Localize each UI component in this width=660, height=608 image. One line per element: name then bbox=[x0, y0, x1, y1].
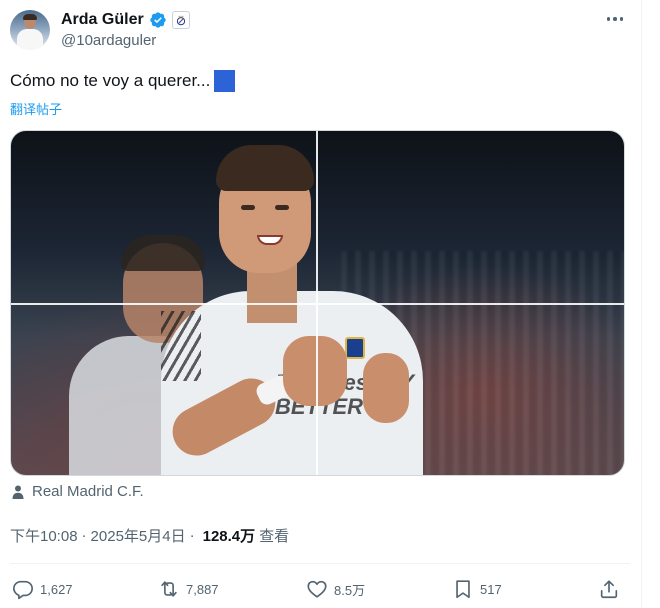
person-icon bbox=[12, 485, 24, 499]
bookmark-count: 517 bbox=[480, 581, 502, 597]
tweet-photo[interactable]: Emirates FLY BETTER bbox=[10, 130, 625, 476]
more-horizontal-icon[interactable] bbox=[604, 10, 626, 28]
verified-badge-icon[interactable] bbox=[149, 11, 167, 29]
photo-grid-line-horizontal bbox=[11, 303, 624, 305]
translate-link[interactable]: 翻译帖子 bbox=[10, 99, 62, 118]
bookmark-icon bbox=[456, 580, 470, 599]
tweet-meta: 下午10:08 · 2025年5月4日 · 128.4万 查看 bbox=[10, 525, 289, 546]
tweet-text: Cómo no te voy a querer... bbox=[10, 70, 236, 92]
jersey-badge bbox=[345, 337, 365, 359]
author-handle[interactable]: @10ardaguler bbox=[61, 32, 156, 49]
retweet-icon bbox=[161, 581, 177, 597]
heart-icon bbox=[307, 580, 327, 598]
share-button[interactable] bbox=[598, 577, 620, 601]
location-label[interactable]: Real Madrid C.F. bbox=[32, 483, 144, 500]
reply-icon bbox=[13, 580, 33, 600]
tweet-text-content: Cómo no te voy a querer... bbox=[10, 71, 211, 90]
location-tag[interactable]: Real Madrid C.F. bbox=[10, 483, 144, 500]
tweet-date[interactable]: 2025年5月4日 bbox=[91, 525, 186, 546]
author-name[interactable]: Arda Güler bbox=[61, 11, 144, 29]
avatar[interactable] bbox=[10, 10, 50, 50]
real-madrid-crest-icon[interactable] bbox=[171, 11, 190, 29]
views-label: 查看 bbox=[259, 528, 290, 545]
divider bbox=[10, 563, 630, 564]
tweet-time[interactable]: 下午10:08 bbox=[10, 525, 78, 546]
like-button[interactable]: 8.5万 bbox=[306, 577, 365, 601]
blue-square-emoji bbox=[214, 70, 236, 92]
retweet-button[interactable]: 7,887 bbox=[158, 577, 219, 601]
column-border bbox=[641, 0, 642, 608]
author-row: Arda Güler bbox=[61, 10, 190, 30]
meta-separator: · bbox=[81, 527, 87, 544]
share-icon bbox=[600, 580, 618, 599]
like-count: 8.5万 bbox=[334, 582, 366, 598]
views-count: 128.4万 bbox=[202, 528, 256, 545]
reply-count: 1,627 bbox=[40, 581, 73, 597]
reply-button[interactable]: 1,627 bbox=[12, 577, 73, 601]
retweet-count: 7,887 bbox=[186, 581, 219, 597]
meta-separator: · bbox=[189, 527, 195, 544]
bookmark-button[interactable]: 517 bbox=[452, 577, 502, 601]
